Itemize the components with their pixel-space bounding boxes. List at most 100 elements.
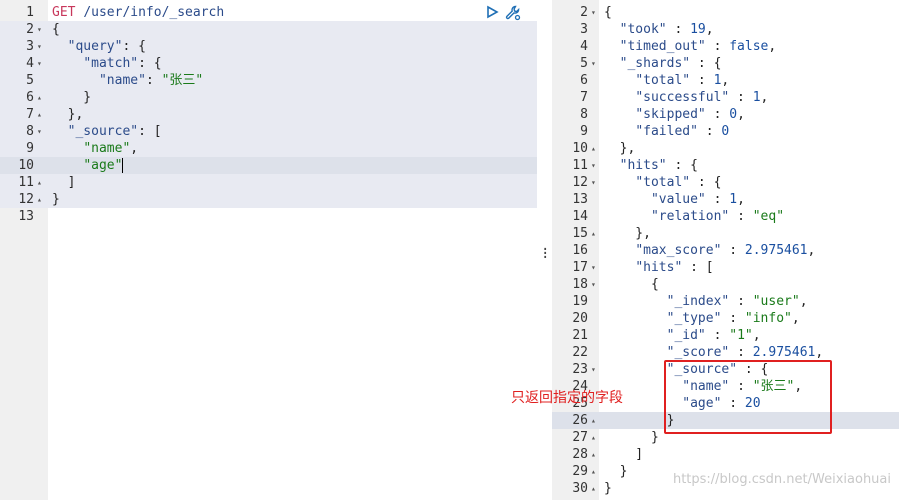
line-number: 10	[572, 141, 588, 156]
fold-open-icon[interactable]: ▾	[591, 4, 596, 21]
code-text: "name",	[83, 141, 139, 156]
highlight-box	[664, 360, 832, 434]
fold-open-icon[interactable]: ▾	[591, 55, 596, 72]
code-text: "took" : 19,	[619, 22, 714, 37]
line-number: 1	[26, 5, 34, 20]
watermark: https://blog.csdn.net/Weixiaohuai	[672, 472, 891, 487]
line-number: 7	[580, 90, 588, 105]
fold-close-icon[interactable]: ▴	[591, 429, 596, 446]
line-number: 10	[18, 158, 34, 173]
fold-close-icon[interactable]: ▴	[591, 225, 596, 242]
fold-close-icon[interactable]: ▴	[591, 140, 596, 157]
response-line: 5 ▾ "_shards" : {	[552, 55, 899, 72]
fold-close-icon[interactable]: ▴	[591, 412, 596, 429]
fold-open-icon[interactable]: ▾	[591, 157, 596, 174]
fold-close-icon[interactable]: ▴	[37, 191, 42, 208]
code-text: "_source": [	[67, 124, 162, 139]
line-number: 13	[18, 209, 34, 224]
request-line[interactable]: 12 ▴}	[0, 191, 537, 208]
request-line[interactable]: 4 ▾ "match": {	[0, 55, 537, 72]
line-number: 5	[26, 73, 34, 88]
request-line[interactable]: 5 "name": "张三"	[0, 72, 537, 89]
annotation-label: 只返回指定的字段	[511, 390, 623, 406]
fold-close-icon[interactable]: ▴	[591, 463, 596, 480]
code-text: "failed" : 0	[635, 124, 730, 139]
fold-open-icon[interactable]: ▾	[591, 361, 596, 378]
request-line[interactable]: 11 ▴ ]	[0, 174, 537, 191]
line-number: 2	[580, 5, 588, 20]
line-number: 7	[26, 107, 34, 122]
request-line[interactable]: 3 ▾ "query": {	[0, 38, 537, 55]
code-text: "_type" : "info",	[666, 311, 800, 326]
line-number: 8	[26, 124, 34, 139]
code-text: "_index" : "user",	[666, 294, 808, 309]
response-line: 21 "_id" : "1",	[552, 327, 899, 344]
response-line: 18 ▾ {	[552, 276, 899, 293]
response-line: 19 "_index" : "user",	[552, 293, 899, 310]
fold-open-icon[interactable]: ▾	[37, 55, 42, 72]
code-text: "age"	[83, 158, 124, 173]
code-text: "total" : 1,	[635, 73, 730, 88]
request-line[interactable]: 2 ▾ {	[0, 21, 537, 38]
response-line: 10 ▴ },	[552, 140, 899, 157]
line-number: 15	[572, 226, 588, 241]
fold-open-icon[interactable]: ▾	[37, 38, 42, 55]
code-text: ]	[52, 175, 76, 190]
fold-open-icon[interactable]: ▾	[37, 21, 42, 38]
request-line[interactable]: 7 ▴ },	[0, 106, 537, 123]
line-number: 19	[572, 294, 588, 309]
code-text: "total" : {	[635, 175, 722, 190]
fold-open-icon[interactable]: ▾	[37, 123, 42, 140]
wrench-icon[interactable]	[505, 5, 521, 25]
fold-open-icon[interactable]: ▾	[591, 276, 596, 293]
fold-open-icon[interactable]: ▾	[591, 174, 596, 191]
line-number: 4	[580, 39, 588, 54]
line-number: 5	[580, 56, 588, 71]
request-line[interactable]: 8 ▾ "_source": [	[0, 123, 537, 140]
line-number: 13	[572, 192, 588, 207]
request-line[interactable]: 13	[0, 208, 537, 225]
line-number: 11	[18, 175, 34, 190]
request-line[interactable]: 9 "name",	[0, 140, 537, 157]
line-number: 30	[572, 481, 588, 496]
response-line: 20 "_type" : "info",	[552, 310, 899, 327]
response-line: 14 "relation" : "eq"	[552, 208, 899, 225]
fold-close-icon[interactable]: ▴	[37, 106, 42, 123]
play-icon[interactable]	[485, 5, 499, 25]
code-text: }	[604, 481, 612, 496]
fold-close-icon[interactable]: ▴	[591, 446, 596, 463]
line-number: 3	[580, 22, 588, 37]
code-text: "relation" : "eq"	[650, 209, 785, 224]
response-line: 8 "skipped" : 0,	[552, 106, 899, 123]
response-line: 7 "successful" : 1,	[552, 89, 899, 106]
line-number: 18	[572, 277, 588, 292]
request-line[interactable]: 1 GET /user/info/_search	[0, 4, 537, 21]
fold-close-icon[interactable]: ▴	[37, 174, 42, 191]
code-text: "value" : 1,	[650, 192, 745, 207]
fold-open-icon[interactable]: ▾	[591, 259, 596, 276]
code-text: }	[52, 192, 60, 207]
response-line: 22 "_score" : 2.975461,	[552, 344, 899, 361]
response-line: 3 "took" : 19,	[552, 21, 899, 38]
line-number: 6	[26, 90, 34, 105]
code-text: "_score" : 2.975461,	[666, 345, 824, 360]
code-text: }	[52, 90, 92, 105]
line-number: 4	[26, 56, 34, 71]
pane-resize-handle[interactable]: · · ·	[537, 0, 552, 500]
fold-close-icon[interactable]: ▴	[591, 480, 596, 497]
line-number: 16	[572, 243, 588, 258]
line-number: 9	[26, 141, 34, 156]
response-line: 17 ▾ "hits" : [	[552, 259, 899, 276]
request-lines[interactable]: 1 GET /user/info/_search 2 ▾{3 ▾ "query": {4…	[0, 4, 537, 225]
code-text: },	[604, 141, 636, 156]
request-editor[interactable]: 1 GET /user/info/_search 2 ▾{3 ▾ "query": {4…	[0, 0, 537, 500]
fold-close-icon[interactable]: ▴	[37, 89, 42, 106]
line-number: 20	[572, 311, 588, 326]
code-text: "hits" : [	[635, 260, 714, 275]
line-number: 9	[580, 124, 588, 139]
request-line[interactable]: 6 ▴ }	[0, 89, 537, 106]
code-text: {	[52, 22, 60, 37]
line-number: 28	[572, 447, 588, 462]
request-line[interactable]: 10 "age"	[0, 157, 537, 174]
line-number: 12	[572, 175, 588, 190]
